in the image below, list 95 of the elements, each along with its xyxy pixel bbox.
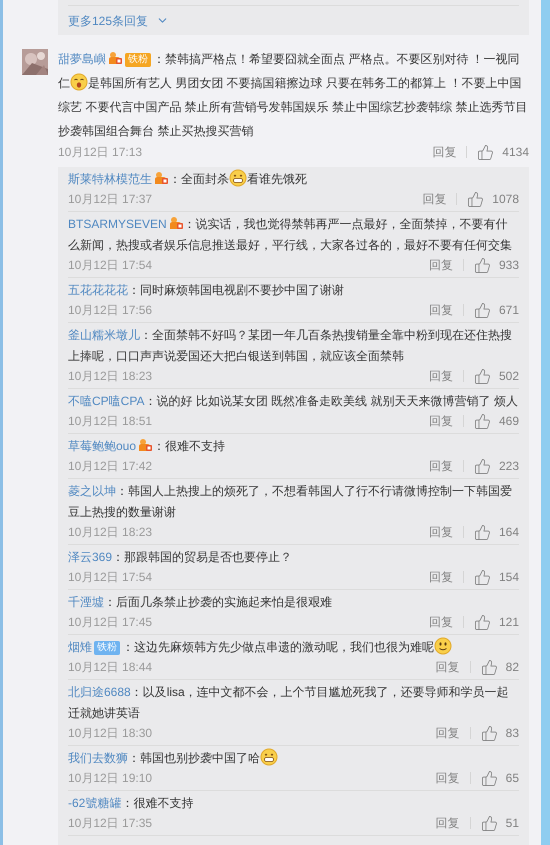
comment-text: 斯莱特林模范生 ：全面封杀 看谁先饿死 [68,169,519,190]
smiling-face-icon [434,637,452,655]
reply-link[interactable]: 回复 [436,724,460,742]
more-replies-button[interactable]: 更多125条回复 [68,12,170,30]
author-link[interactable]: 釜山糯米墩儿 [68,328,140,342]
comment-text: 我们去数狮：韩国也别抄袭中国了哈 [68,748,519,769]
thumbs-up-icon [474,412,491,430]
comment-text: BTSARMYSEVEN ：说实话，我也觉得禁韩再严一点最好，全面禁掉，不要有什么新闻，热搜或者娱乐信息推送最好，平行线，大家各过各的，最好不要有任何交集 [68,215,513,254]
reply-link[interactable]: 回复 [422,190,446,208]
like-button[interactable]: 82 [480,658,519,676]
thumbs-up-icon [477,144,494,160]
reply-link[interactable]: 回复 [436,814,460,832]
author-link[interactable]: 斯莱特林模范生 [68,172,152,186]
author-link[interactable]: 烟雉 [68,640,92,654]
comment-time: 10月12日 18:51 [68,413,152,430]
author-link[interactable]: 五花花花花 [68,283,128,297]
comment-time: 10月12日 17:35 [68,815,152,832]
thumbs-up-icon [480,814,498,832]
comment-time: 10月12日 18:23 [68,524,152,541]
vip-icon [108,51,123,65]
author-link[interactable]: 菱之以坤 [68,484,116,498]
comment-time: 10月12日 18:44 [68,659,152,676]
comment-text: 北归途6688：以及lisa，连中文都不会，上个节目尴尬死我了，还要导师和学员一起迁就她讲英语 [68,684,510,722]
reply-link[interactable]: 回复 [428,256,453,274]
like-button[interactable]: 1078 [467,190,519,208]
reply-link[interactable]: 回复 [428,457,453,475]
comment-text: 不嗑CP嗑CPA：说的好 比如说某女团 既然准备走欧美线 就别天天来微博营销了 烦人 [68,393,519,410]
comment-text: 千湮墟：后面几条禁止抄袭的实施起来怕是很艰难 [68,594,333,611]
reply-link[interactable]: 回复 [428,523,453,541]
comment-text: 泽云369：那跟韩国的贸易是否也要停止？ [68,549,294,566]
thumbs-up-icon [480,724,498,742]
comment-text: 甜夢島嶼 铁粉 ：禁韩搞严格点！希望要囧就全面点 严格点。不要区别对待 ！一视同仁 是韩国所有艺人 男团女团 不要搞国籍擦边球 只要在韩务工的都算上 ！不要上中国综艺 不要代言中国产品 禁止所有营销号发韩国娱乐 禁止中国综艺抄袭韩综 禁止选秀节目抄袭韩国组合舞台 禁止买热搜买营销 [58,50,528,140]
comment-time: 10月12日 17:13 [58,144,142,161]
like-button[interactable]: 223 [474,457,519,475]
like-button[interactable]: 154 [474,568,519,586]
surprised-face-icon [70,73,88,91]
comment-time: 10月12日 17:56 [68,302,152,319]
reply-link[interactable]: 回复 [428,412,453,430]
vip-icon [138,438,154,452]
author-link[interactable]: 北归途6688 [68,685,131,699]
thumbs-up-icon [474,568,491,586]
thumbs-up-icon [480,658,498,676]
thumbs-up-icon [467,190,484,208]
thumbs-up-icon [474,458,491,474]
like-button[interactable]: 51 [480,814,519,832]
like-button[interactable]: 4134 [477,143,529,161]
comment-time: 10月12日 17:37 [68,191,152,208]
grinning-face-icon [229,169,247,187]
comment-time: 10月12日 17:45 [68,614,152,631]
comment-text: -62號糖罐：很难不支持 [68,795,194,812]
thumbs-up-icon [480,770,498,786]
like-button[interactable]: 671 [474,301,519,319]
thumbs-up-icon [474,302,491,318]
comment-text: 五花花花花：同时麻烦韩国电视剧不要抄中国了谢谢 [68,282,345,299]
author-link[interactable]: 甜夢島嶼 [58,52,106,66]
like-button[interactable]: 65 [480,769,519,787]
comment-text: 烟雉 铁粉 ：这边先麻烦韩方先少做点串遗的激动呢，我们也很为难呢 [68,637,519,658]
comment-text: 草莓鲍鲍ouo ：很难不支持 [68,437,226,455]
like-button[interactable]: 933 [474,256,519,274]
comment-time: 10月12日 18:23 [68,368,152,385]
grinning-face-icon [260,748,278,766]
reply-link[interactable]: 回复 [428,568,453,586]
like-button[interactable]: 83 [480,724,519,742]
like-button[interactable]: 469 [474,412,519,430]
thumbs-up-icon [474,256,491,274]
comment-text: 釜山糯米墩儿：全面禁韩不好吗？某团一年几百条热搜销量全靠中粉到现在还住热搜上捧呢，口口声声说爱国还大把白银送到韩国，就应该全面禁韩 [68,327,513,365]
reply-link[interactable]: 回复 [436,769,460,787]
like-button[interactable]: 164 [474,523,519,541]
comment-time: 10月12日 17:54 [68,257,152,274]
author-link[interactable]: 我们去数狮 [68,751,128,765]
reply-link[interactable]: 回复 [428,301,453,319]
thumbs-up-icon [474,614,491,630]
comment-time: 10月12日 19:10 [68,770,152,787]
author-link[interactable]: 千湮墟 [68,595,104,609]
reply-link[interactable]: 回复 [428,367,453,385]
reply-link[interactable]: 回复 [428,613,453,631]
author-link[interactable]: 不嗑CP嗑CPA [68,394,144,408]
reply-link[interactable]: 回复 [436,658,460,676]
comment-time: 10月12日 17:42 [68,458,152,475]
reply-link[interactable]: 回复 [432,143,456,161]
author-link[interactable]: 草莓鲍鲍ouo [68,439,136,453]
like-button[interactable]: 502 [474,367,519,385]
comment-text: 菱之以坤：韩国人上热搜上的烦死了，不想看韩国人了行不行请微博控制一下韩国爱豆上热搜的数量谢谢 [68,483,513,521]
fan-badge: 铁粉 [94,641,120,655]
thumbs-up-icon [474,368,491,384]
comment-time: 10月12日 18:30 [68,725,152,742]
thumbs-up-icon [474,524,491,540]
vip-icon [154,171,169,185]
author-link[interactable]: -62號糖罐 [68,796,122,810]
author-link[interactable]: 泽云369 [68,550,112,564]
fan-badge: 铁粉 [125,53,151,67]
comment-time: 10月12日 17:54 [68,569,152,586]
like-button[interactable]: 121 [474,613,519,631]
vip-icon [168,216,184,230]
author-link[interactable]: BTSARMYSEVEN [68,217,167,231]
